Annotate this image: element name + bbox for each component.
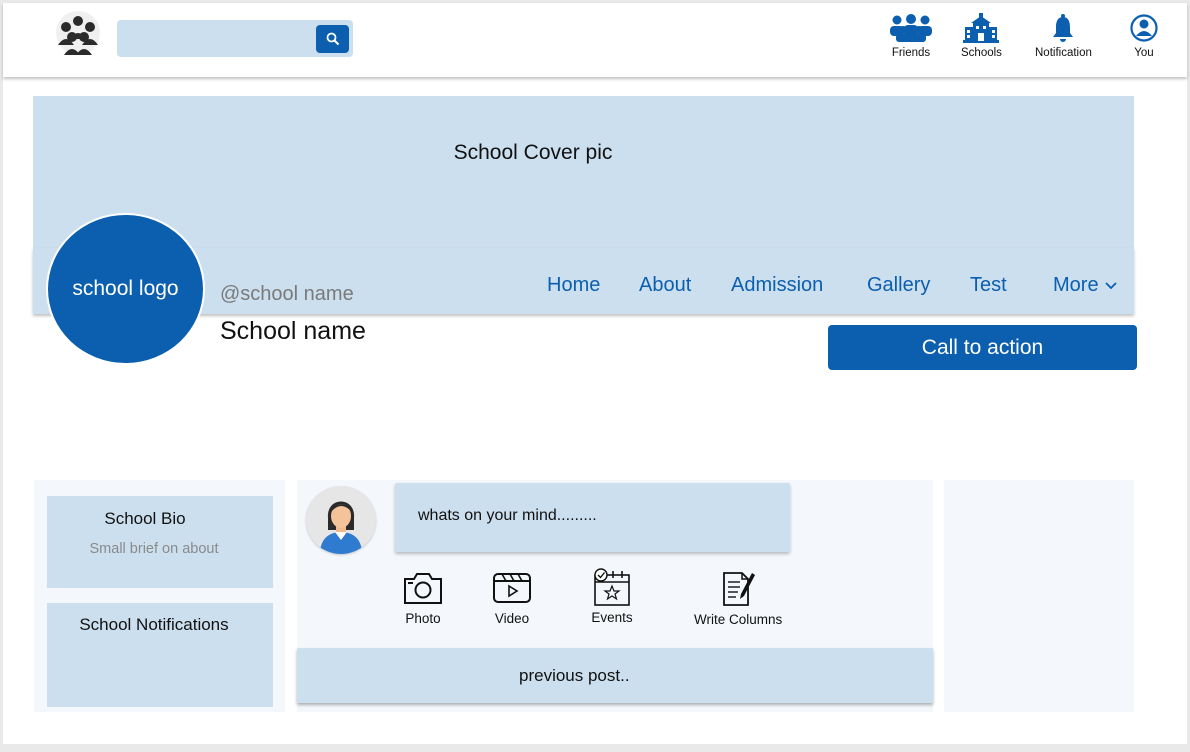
video-icon (493, 573, 531, 603)
cover-title: School Cover pic (453, 141, 613, 164)
tab-gallery[interactable]: Gallery (867, 274, 930, 297)
school-name: School name (220, 317, 366, 345)
tab-test[interactable]: Test (970, 274, 1007, 297)
right-sidebar (944, 480, 1134, 712)
write-columns-button[interactable]: Write Columns (694, 570, 782, 627)
school-logo[interactable]: school logo (46, 213, 205, 365)
tab-admission[interactable]: Admission (731, 274, 823, 297)
top-navbar: Friends Schools Notification You (3, 3, 1187, 77)
school-handle: @school name (220, 283, 354, 305)
nav-you[interactable]: You (1129, 13, 1159, 59)
events-button[interactable]: Events (591, 568, 633, 625)
tab-about[interactable]: About (639, 274, 691, 297)
notifications-title: School Notifications (79, 615, 229, 634)
nav-schools-label: Schools (961, 47, 1002, 59)
photo-button[interactable]: Photo (401, 570, 445, 626)
cta-label: Call to action (921, 335, 1044, 359)
nav-friends-label: Friends (891, 47, 931, 59)
calendar-event-icon (594, 568, 630, 606)
tab-more-label: More (1053, 274, 1099, 296)
camera-icon (404, 573, 442, 604)
call-to-action-button[interactable]: Call to action (828, 325, 1137, 370)
school-logo-text: school logo (72, 277, 179, 300)
school-bio-card: School Bio Small brief on about (47, 496, 273, 588)
nav-notification[interactable]: Notification (1035, 13, 1092, 59)
nav-notification-label: Notification (1035, 47, 1092, 59)
left-sidebar: School Bio Small brief on about School N… (34, 480, 285, 712)
bio-title: School Bio (104, 509, 186, 528)
user-avatar-icon (307, 486, 375, 554)
photo-label: Photo (405, 611, 441, 626)
search-icon (326, 32, 339, 46)
app-frame: Friends Schools Notification You School … (3, 3, 1187, 744)
school-building-icon (963, 13, 1000, 43)
video-label: Video (494, 611, 530, 626)
write-columns-label: Write Columns (694, 612, 783, 627)
school-notifications-card: School Notifications (47, 603, 273, 707)
user-circle-icon (1130, 14, 1158, 42)
whats-on-your-mind-input[interactable]: whats on your mind......... (395, 483, 790, 552)
friends-icon (890, 14, 932, 42)
nav-you-label: You (1134, 47, 1154, 59)
nav-schools[interactable]: Schools (961, 13, 1002, 59)
write-document-icon (723, 572, 756, 606)
events-label: Events (591, 610, 633, 625)
search-box (117, 20, 353, 57)
tab-more[interactable]: More (1053, 274, 1118, 297)
bell-icon (1053, 14, 1074, 42)
video-button[interactable]: Video (491, 570, 533, 626)
search-button[interactable] (316, 25, 349, 53)
chevron-down-icon (1104, 281, 1117, 289)
search-input[interactable] (117, 20, 313, 57)
app-logo-icon[interactable] (53, 11, 103, 59)
tab-home[interactable]: Home (547, 274, 600, 297)
composer-prompt: whats on your mind......... (418, 507, 597, 524)
previous-post-card[interactable]: previous post.. (297, 648, 933, 703)
post-composer-panel: whats on your mind......... Photo Video (297, 480, 933, 712)
nav-friends[interactable]: Friends (888, 13, 934, 59)
bio-subtitle: Small brief on about (89, 541, 219, 557)
avatar[interactable] (306, 486, 376, 554)
previous-post-label: previous post.. (519, 666, 630, 685)
